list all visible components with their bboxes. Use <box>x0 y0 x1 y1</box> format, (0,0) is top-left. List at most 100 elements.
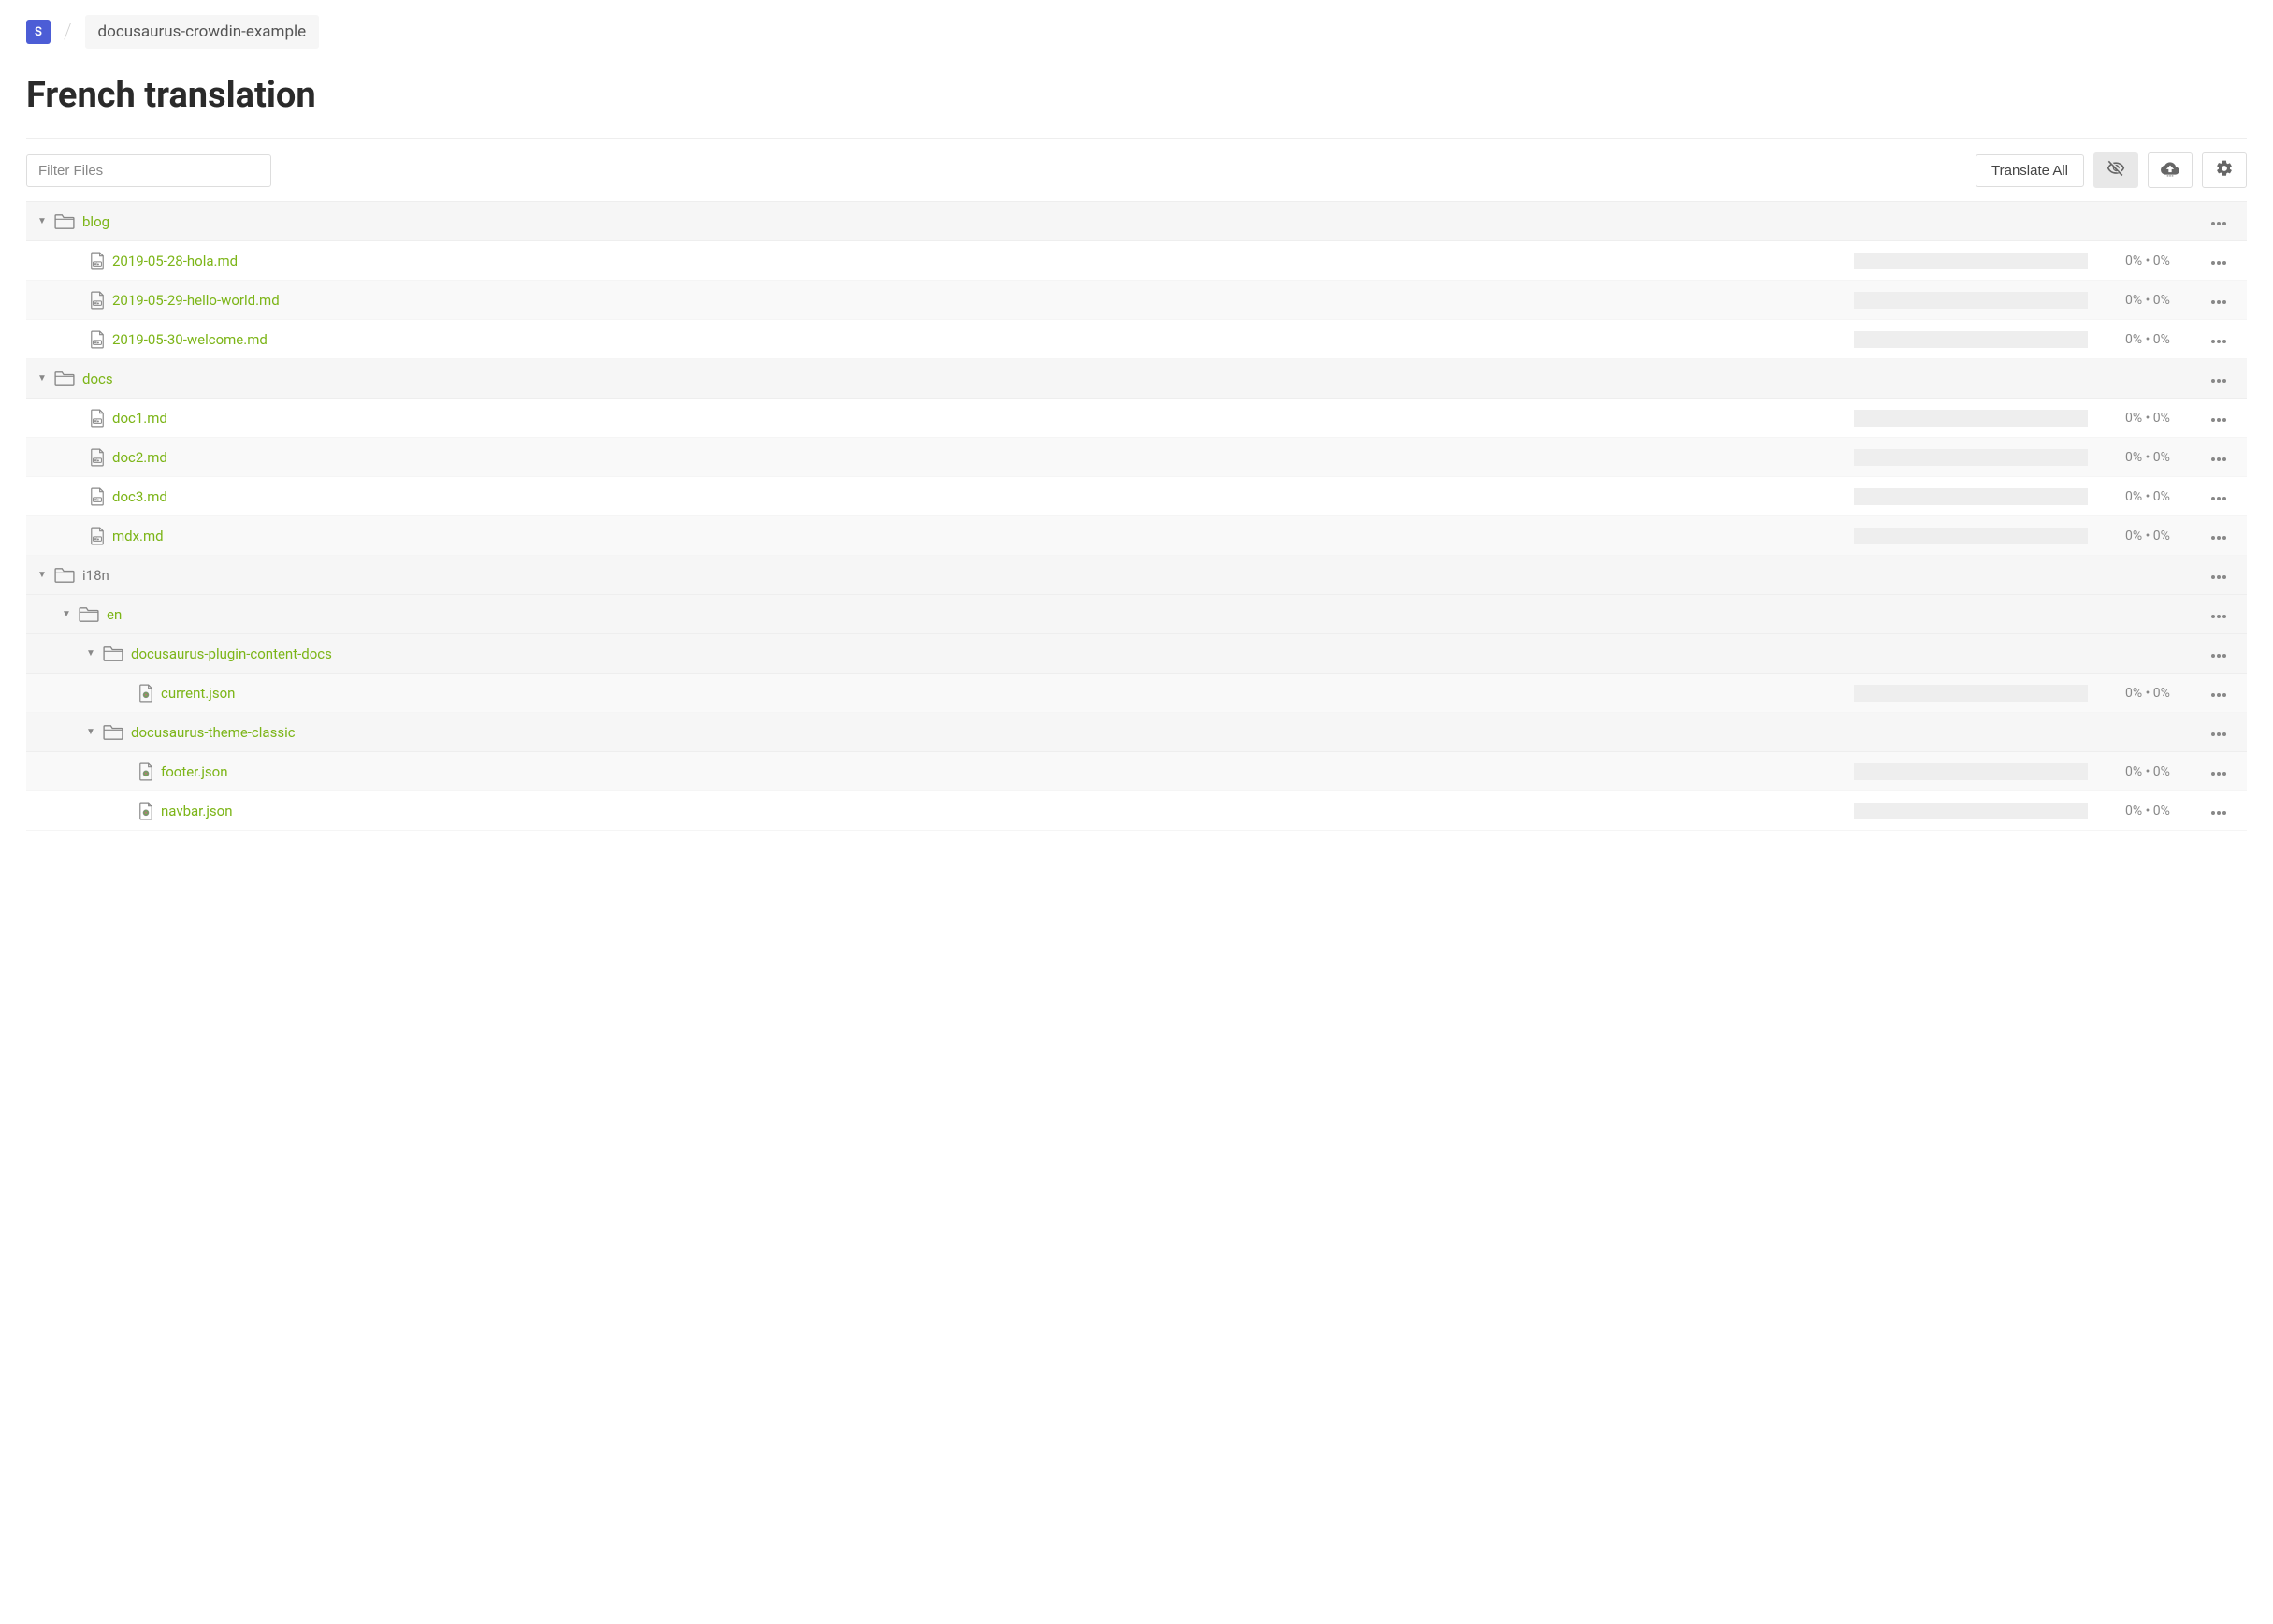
more-button[interactable] <box>2200 253 2237 269</box>
page-title: French translation <box>26 75 2247 116</box>
file-name[interactable]: 2019-05-30-welcome.md <box>112 331 268 348</box>
file-name[interactable]: doc2.md <box>112 449 167 466</box>
more-button[interactable] <box>2200 370 2237 387</box>
more-button[interactable] <box>2200 410 2237 427</box>
folder-name[interactable]: docusaurus-plugin-content-docs <box>131 645 332 662</box>
more-button[interactable] <box>2200 292 2237 309</box>
folder-row: ▼ docusaurus-theme-classic <box>26 713 2247 752</box>
eye-off-icon <box>2107 159 2125 181</box>
more-icon <box>2210 567 2227 584</box>
more-icon <box>2210 685 2227 702</box>
folder-icon <box>54 213 75 230</box>
caret-icon[interactable]: ▼ <box>82 648 99 659</box>
file-row: doc3.md 0% • 0% <box>26 477 2247 516</box>
progress-text: 0% • 0% <box>2125 293 2200 308</box>
progress-text: 0% • 0% <box>2125 764 2200 779</box>
file-name[interactable]: doc1.md <box>112 410 167 427</box>
file-name[interactable]: 2019-05-29-hello-world.md <box>112 292 280 309</box>
caret-icon[interactable]: ▼ <box>34 216 51 226</box>
more-icon <box>2210 449 2227 466</box>
more-button[interactable] <box>2200 567 2237 584</box>
translate-all-button[interactable]: Translate All <box>1976 154 2084 187</box>
progress-text: 0% • 0% <box>2125 254 2200 268</box>
markdown-file-icon <box>90 487 105 506</box>
json-file-icon <box>138 684 153 703</box>
project-icon[interactable]: S <box>26 20 51 44</box>
filter-input[interactable] <box>26 154 271 187</box>
more-button[interactable] <box>2200 763 2237 780</box>
progress-text: 0% • 0% <box>2125 489 2200 504</box>
progress-bar <box>1854 331 2088 348</box>
folder-name[interactable]: i18n <box>82 567 109 584</box>
folder-row: ▼ docs <box>26 359 2247 399</box>
more-button[interactable] <box>2200 331 2237 348</box>
caret-icon[interactable]: ▼ <box>34 373 51 384</box>
progress-bar <box>1854 410 2088 427</box>
folder-row: ▼ en <box>26 595 2247 634</box>
more-button[interactable] <box>2200 606 2237 623</box>
folder-row: ▼ i18n <box>26 556 2247 595</box>
file-row: 2019-05-30-welcome.md 0% • 0% <box>26 320 2247 359</box>
folder-name[interactable]: docusaurus-theme-classic <box>131 724 296 741</box>
more-icon <box>2210 331 2227 348</box>
file-row: 2019-05-29-hello-world.md 0% • 0% <box>26 281 2247 320</box>
progress-bar <box>1854 253 2088 269</box>
more-icon <box>2210 803 2227 819</box>
more-button[interactable] <box>2200 724 2237 741</box>
json-file-icon <box>138 762 153 781</box>
file-name[interactable]: 2019-05-28-hola.md <box>112 253 238 269</box>
more-icon <box>2210 763 2227 780</box>
breadcrumb-separator: / <box>51 21 85 44</box>
toolbar: Translate All <box>26 152 2247 188</box>
more-icon <box>2210 528 2227 544</box>
more-button[interactable] <box>2200 449 2237 466</box>
gear-icon <box>2215 159 2234 181</box>
markdown-file-icon <box>90 252 105 270</box>
caret-icon[interactable]: ▼ <box>34 570 51 580</box>
progress-text: 0% • 0% <box>2125 804 2200 819</box>
markdown-file-icon <box>90 448 105 467</box>
file-tree: ▼blog2019-05-28-hola.md0% • 0%2019-05-29… <box>26 201 2247 831</box>
folder-name[interactable]: docs <box>82 370 113 387</box>
folder-name[interactable]: en <box>107 606 122 623</box>
folder-row: ▼ docusaurus-plugin-content-docs <box>26 634 2247 674</box>
more-button[interactable] <box>2200 213 2237 230</box>
folder-icon <box>54 370 75 387</box>
file-name[interactable]: current.json <box>161 685 235 702</box>
file-row: mdx.md0% • 0% <box>26 516 2247 556</box>
more-button[interactable] <box>2200 645 2237 662</box>
file-row: footer.json 0% • 0% <box>26 752 2247 791</box>
progress-bar <box>1854 685 2088 702</box>
more-icon <box>2210 724 2227 741</box>
more-icon <box>2210 213 2227 230</box>
breadcrumb-project[interactable]: docusaurus-crowdin-example <box>85 15 320 49</box>
file-row: 2019-05-28-hola.md 0% • 0% <box>26 241 2247 281</box>
more-button[interactable] <box>2200 685 2237 702</box>
caret-icon[interactable]: ▼ <box>82 727 99 737</box>
hide-button[interactable] <box>2093 152 2138 188</box>
file-row: navbar.json 0% • 0% <box>26 791 2247 831</box>
settings-button[interactable] <box>2202 152 2247 188</box>
file-name[interactable]: footer.json <box>161 763 228 780</box>
progress-bar <box>1854 763 2088 780</box>
more-button[interactable] <box>2200 488 2237 505</box>
folder-row: ▼ blog <box>26 202 2247 241</box>
folder-icon <box>79 606 99 623</box>
progress-text: 0% • 0% <box>2125 686 2200 701</box>
file-name[interactable]: navbar.json <box>161 803 233 819</box>
file-name[interactable]: mdx.md <box>112 528 164 544</box>
progress-text: 0% • 0% <box>2125 332 2200 347</box>
more-button[interactable] <box>2200 528 2237 544</box>
upload-button[interactable] <box>2148 152 2193 188</box>
progress-bar <box>1854 292 2088 309</box>
breadcrumb: S / docusaurus-crowdin-example <box>26 15 2247 49</box>
more-button[interactable] <box>2200 803 2237 819</box>
more-icon <box>2210 410 2227 427</box>
caret-icon[interactable]: ▼ <box>58 609 75 619</box>
more-icon <box>2210 606 2227 623</box>
more-icon <box>2210 370 2227 387</box>
file-name[interactable]: doc3.md <box>112 488 167 505</box>
folder-name[interactable]: blog <box>82 213 109 230</box>
markdown-file-icon <box>90 527 105 545</box>
folder-icon <box>54 567 75 584</box>
